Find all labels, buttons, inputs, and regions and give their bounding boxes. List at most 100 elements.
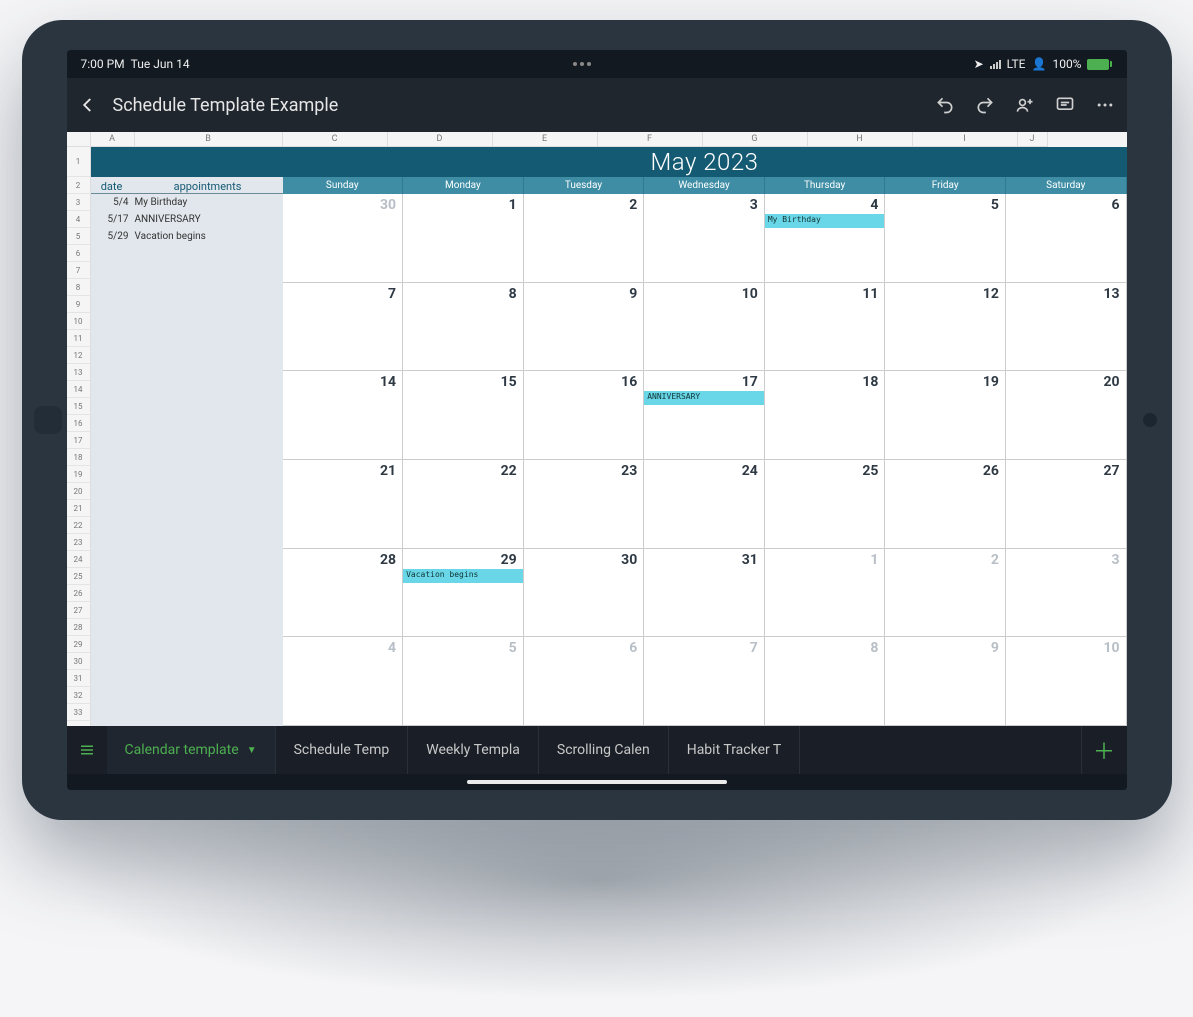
- row-header-18[interactable]: 18: [67, 449, 91, 466]
- spreadsheet-grid[interactable]: ABCDEFGHIJ 12345678910111213141516171819…: [67, 132, 1127, 726]
- calendar-day[interactable]: 3: [1006, 549, 1127, 637]
- all-sheets-button[interactable]: [67, 741, 107, 759]
- redo-button[interactable]: [975, 95, 995, 115]
- row-header-9[interactable]: 9: [67, 296, 91, 313]
- row-header-14[interactable]: 14: [67, 381, 91, 398]
- row-header-29[interactable]: 29: [67, 636, 91, 653]
- row-header-34[interactable]: 34: [67, 721, 91, 726]
- row-header-1[interactable]: 1: [67, 147, 91, 177]
- row-header-7[interactable]: 7: [67, 262, 91, 279]
- calendar-day[interactable]: 27: [1006, 460, 1127, 548]
- comment-button[interactable]: [1055, 95, 1075, 115]
- row-header-26[interactable]: 26: [67, 585, 91, 602]
- row-header-22[interactable]: 22: [67, 517, 91, 534]
- calendar-day[interactable]: 30: [283, 194, 404, 282]
- col-header-I[interactable]: I: [913, 132, 1018, 147]
- multitask-dots[interactable]: [573, 62, 591, 66]
- calendar-day[interactable]: 9: [885, 637, 1006, 725]
- row-header-13[interactable]: 13: [67, 364, 91, 381]
- calendar-day[interactable]: 5: [403, 637, 524, 725]
- row-header-11[interactable]: 11: [67, 330, 91, 347]
- row-header-21[interactable]: 21: [67, 500, 91, 517]
- tab-sheet[interactable]: Schedule Temp: [276, 726, 409, 774]
- row-header-33[interactable]: 33: [67, 704, 91, 721]
- calendar-day[interactable]: 14: [283, 371, 404, 459]
- calendar-day[interactable]: 8: [765, 637, 886, 725]
- calendar-day[interactable]: 19: [885, 371, 1006, 459]
- col-header-E[interactable]: E: [493, 132, 598, 147]
- row-header-15[interactable]: 15: [67, 398, 91, 415]
- row-header-16[interactable]: 16: [67, 415, 91, 432]
- row-headers[interactable]: 1234567891011121314151617181920212223242…: [67, 147, 91, 726]
- col-header-C[interactable]: C: [283, 132, 388, 147]
- calendar-day[interactable]: 6: [524, 637, 645, 725]
- calendar-day[interactable]: 1: [403, 194, 524, 282]
- row-header-5[interactable]: 5: [67, 228, 91, 245]
- row-header-30[interactable]: 30: [67, 653, 91, 670]
- calendar-day[interactable]: 16: [524, 371, 645, 459]
- calendar-day[interactable]: 1: [765, 549, 886, 637]
- calendar-day[interactable]: 10: [644, 283, 765, 371]
- calendar-day[interactable]: 30: [524, 549, 645, 637]
- more-button[interactable]: [1095, 95, 1115, 115]
- row-header-12[interactable]: 12: [67, 347, 91, 364]
- calendar-day[interactable]: 7: [283, 283, 404, 371]
- calendar-day[interactable]: 6: [1006, 194, 1127, 282]
- calendar-day[interactable]: 26: [885, 460, 1006, 548]
- calendar-event[interactable]: Vacation begins: [403, 569, 523, 583]
- calendar-day[interactable]: 28: [283, 549, 404, 637]
- col-header-G[interactable]: G: [703, 132, 808, 147]
- calendar-day[interactable]: 13: [1006, 283, 1127, 371]
- col-header-H[interactable]: H: [808, 132, 913, 147]
- calendar-day[interactable]: 7: [644, 637, 765, 725]
- column-headers[interactable]: ABCDEFGHIJ: [67, 132, 1127, 147]
- row-header-2[interactable]: 2: [67, 177, 91, 194]
- row-header-4[interactable]: 4: [67, 211, 91, 228]
- calendar-day[interactable]: 17ANNIVERSARY: [644, 371, 765, 459]
- row-header-8[interactable]: 8: [67, 279, 91, 296]
- row-header-32[interactable]: 32: [67, 687, 91, 704]
- calendar-day[interactable]: 3: [644, 194, 765, 282]
- col-header-B[interactable]: B: [135, 132, 283, 147]
- appointment-row[interactable]: 5/29Vacation begins: [91, 228, 283, 245]
- calendar-event[interactable]: ANNIVERSARY: [644, 391, 764, 405]
- calendar-day[interactable]: 12: [885, 283, 1006, 371]
- home-indicator[interactable]: [67, 774, 1127, 790]
- appointment-row[interactable]: 5/17ANNIVERSARY: [91, 211, 283, 228]
- row-header-28[interactable]: 28: [67, 619, 91, 636]
- calendar-day[interactable]: 8: [403, 283, 524, 371]
- calendar-day[interactable]: 15: [403, 371, 524, 459]
- row-header-17[interactable]: 17: [67, 432, 91, 449]
- col-header-D[interactable]: D: [388, 132, 493, 147]
- tab-sheet[interactable]: Weekly Templa: [408, 726, 539, 774]
- calendar-day[interactable]: 29Vacation begins: [403, 549, 524, 637]
- row-header-19[interactable]: 19: [67, 466, 91, 483]
- row-header-27[interactable]: 27: [67, 602, 91, 619]
- home-button[interactable]: [34, 406, 62, 434]
- tab-sheet[interactable]: Habit Tracker T: [669, 726, 801, 774]
- col-header-J[interactable]: J: [1018, 132, 1048, 147]
- calendar-day[interactable]: 18: [765, 371, 886, 459]
- row-header-20[interactable]: 20: [67, 483, 91, 500]
- calendar-event[interactable]: My Birthday: [765, 214, 885, 228]
- calendar-day[interactable]: 25: [765, 460, 886, 548]
- calendar-day[interactable]: 4: [283, 637, 404, 725]
- document-title[interactable]: Schedule Template Example: [113, 95, 339, 116]
- row-header-6[interactable]: 6: [67, 245, 91, 262]
- undo-button[interactable]: [935, 95, 955, 115]
- calendar-day[interactable]: 23: [524, 460, 645, 548]
- row-header-23[interactable]: 23: [67, 534, 91, 551]
- calendar-day[interactable]: 11: [765, 283, 886, 371]
- row-header-10[interactable]: 10: [67, 313, 91, 330]
- calendar-day[interactable]: 10: [1006, 637, 1127, 725]
- calendar-day[interactable]: 5: [885, 194, 1006, 282]
- share-button[interactable]: [1015, 95, 1035, 115]
- back-button[interactable]: [79, 96, 97, 114]
- calendar-day[interactable]: 9: [524, 283, 645, 371]
- add-sheet-button[interactable]: ＋: [1081, 726, 1127, 774]
- calendar-day[interactable]: 4My Birthday: [765, 194, 886, 282]
- row-header-31[interactable]: 31: [67, 670, 91, 687]
- row-header-24[interactable]: 24: [67, 551, 91, 568]
- tab-sheet[interactable]: Scrolling Calen: [539, 726, 669, 774]
- calendar-day[interactable]: 22: [403, 460, 524, 548]
